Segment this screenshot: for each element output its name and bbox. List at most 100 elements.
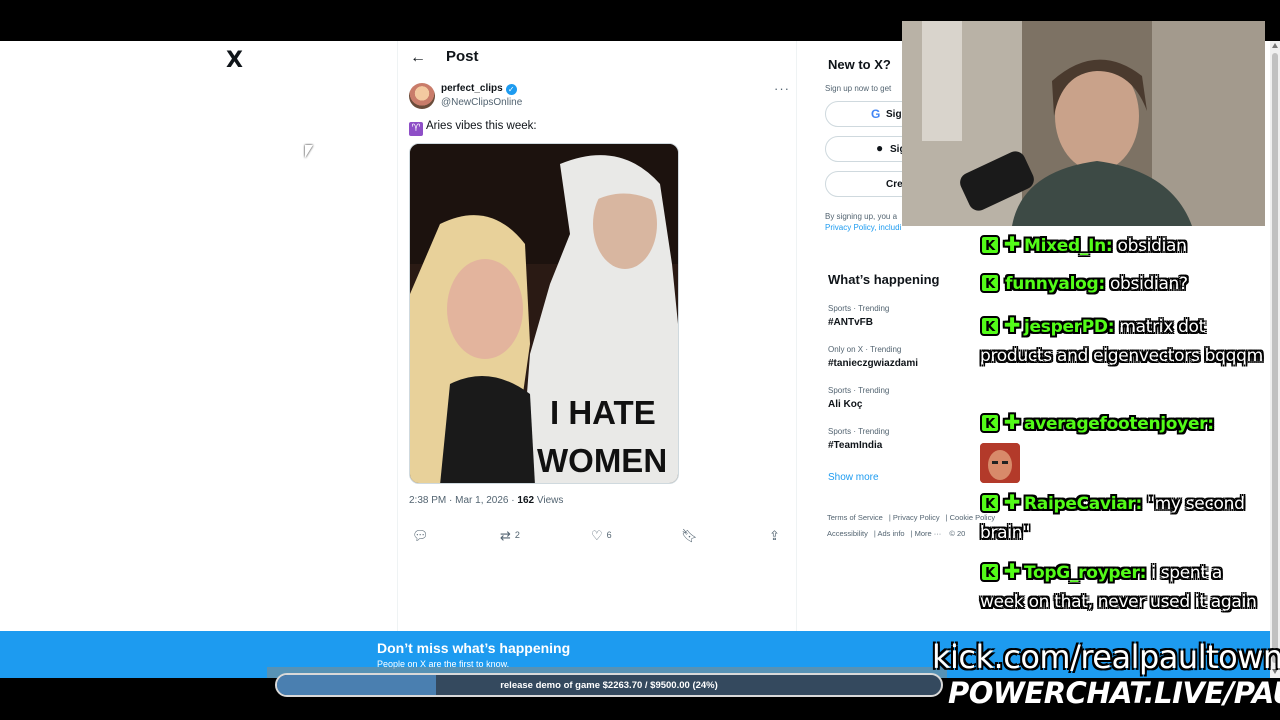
share-button[interactable]: ⇪ <box>769 528 780 544</box>
author-name-text[interactable]: perfect_clips <box>441 83 503 94</box>
chat-username: averagefootenjoyer: <box>1024 414 1214 434</box>
author-avatar[interactable] <box>409 83 435 109</box>
chat-text: obsidian <box>1117 236 1187 256</box>
more-options-icon[interactable]: ··· <box>774 81 790 96</box>
post-timestamp[interactable]: 2:38 PM · Mar 1, 2026 · <box>409 495 517 506</box>
chat-text: matrix dot products and eigenvectors bqq… <box>980 317 1263 366</box>
stream-frame: X ← Post perfect_clips ✓ @NewClipsOnline … <box>0 0 1280 720</box>
leo-emote-icon <box>980 443 1020 483</box>
retweet-icon: ⇄ <box>500 528 511 543</box>
bookmark-icon: 🔖︎ <box>681 528 698 543</box>
trend-item[interactable]: Sports · Trending Ali Koç <box>828 386 889 410</box>
kick-badge-icon: K <box>980 273 1000 293</box>
post-text: ♈ Aries vibes this week: <box>409 120 537 136</box>
trend-meta: Only on X · Trending <box>828 345 902 354</box>
trend-meta: Sports · Trending <box>828 427 890 436</box>
scroll-up-icon[interactable] <box>1272 43 1278 48</box>
sub-badge-icon: ✚ <box>1003 559 1021 583</box>
chat-overlay: K ✚ Mixed_In: obsidian K funnyalog: obsidi… <box>980 230 1270 650</box>
chat-username: funnyalog: <box>1005 274 1105 294</box>
chat-username: RaipeCaviar: <box>1024 494 1142 514</box>
chat-message: K ✚ RaipeCaviar: "my second brain" <box>980 488 1265 548</box>
chat-message: K funnyalog: obsidian? <box>980 270 1265 299</box>
copyright-text: © 20 <box>949 529 966 538</box>
signup-legal-links[interactable]: Privacy Policy, includi <box>825 223 901 232</box>
author-name[interactable]: perfect_clips ✓ <box>441 83 517 95</box>
google-signup-label: Sig <box>886 109 902 120</box>
banner-title: Don’t miss what’s happening <box>377 640 571 656</box>
trend-tag: #TeamIndia <box>828 440 883 451</box>
post-text-content: Aries vibes this week: <box>426 120 537 132</box>
signup-subtitle: Sign up now to get <box>825 84 892 93</box>
trend-item[interactable]: Sports · Trending #TeamIndia <box>828 427 889 451</box>
chat-username: Mixed_In: <box>1024 236 1113 256</box>
heart-icon: ♡ <box>591 528 603 543</box>
scrollbar-thumb[interactable] <box>1272 53 1278 663</box>
kick-badge-icon: K <box>980 235 1000 255</box>
shirt-text-line2: WOMEN <box>537 442 667 479</box>
webcam-feed <box>902 21 1265 226</box>
sub-badge-icon: ✚ <box>1003 313 1021 337</box>
webcam-overlay <box>902 21 1265 226</box>
views-count: 162 <box>517 495 535 506</box>
like-count: 6 <box>606 530 612 540</box>
reply-button[interactable]: 💬︎ <box>412 528 429 544</box>
chat-message: K ✚ averagefootenjoyer: <box>980 408 1265 493</box>
page-scrollbar[interactable] <box>1270 41 1280 678</box>
chat-message: K ✚ TopG_royper: i spent a week on that, n… <box>980 557 1265 617</box>
trend-tag: #tanieczgwiazdami <box>828 358 919 369</box>
apple-icon: ● <box>876 141 884 155</box>
trend-meta: Sports · Trending <box>828 304 890 313</box>
sub-badge-icon: ✚ <box>1003 232 1021 256</box>
google-icon: G <box>871 107 881 121</box>
more-link[interactable]: More ··· <box>915 529 942 538</box>
trending-title: What’s happening <box>828 272 940 287</box>
donation-goal-label: release demo of game $2263.70 / $9500.00… <box>500 680 718 691</box>
trend-tag: #ANTvFB <box>828 317 874 328</box>
back-arrow-icon[interactable]: ← <box>410 49 426 67</box>
chat-username: TopG_royper: <box>1024 563 1147 583</box>
share-icon: ⇪ <box>769 528 780 543</box>
views-label: Views <box>534 495 564 506</box>
post-column: ← Post perfect_clips ✓ @NewClipsOnline ··… <box>397 41 797 678</box>
trend-tag: Ali Koç <box>828 399 863 410</box>
trend-item[interactable]: Sports · Trending #ANTvFB <box>828 304 889 328</box>
sub-badge-icon: ✚ <box>1003 490 1021 514</box>
post-meta: 2:38 PM · Mar 1, 2026 · 162 Views <box>409 495 563 506</box>
kick-url-overlay: kick.com/realpaultown <box>932 638 1280 676</box>
sub-badge-icon: ✚ <box>1003 410 1021 434</box>
chat-message: K ✚ jesperPD: matrix dot products and eige… <box>980 311 1265 371</box>
privacy-link[interactable]: Privacy Policy <box>893 513 940 522</box>
mouse-cursor-icon <box>305 145 313 158</box>
ads-info-link[interactable]: Ads info <box>877 529 904 538</box>
kick-badge-icon: K <box>980 562 1000 582</box>
trend-item[interactable]: Only on X · Trending #tanieczgwiazdami <box>828 345 918 369</box>
accessibility-link[interactable]: Accessibility <box>827 529 868 538</box>
signup-title: New to X? <box>828 57 891 72</box>
terms-link[interactable]: Terms of Service <box>827 513 883 522</box>
aries-emoji-icon: ♈ <box>409 122 423 136</box>
bookmark-button[interactable]: 🔖︎ <box>681 528 698 544</box>
show-more-link[interactable]: Show more <box>828 472 879 483</box>
chat-text: obsidian? <box>1109 274 1188 294</box>
like-button[interactable]: ♡ 6 <box>591 528 612 544</box>
retweet-button[interactable]: ⇄ 2 <box>500 528 520 544</box>
chat-message: K ✚ Mixed_In: obsidian <box>980 230 1265 261</box>
kick-badge-icon: K <box>980 316 1000 336</box>
kick-badge-icon: K <box>980 493 1000 513</box>
reply-icon: 💬︎ <box>412 528 429 543</box>
chat-username: jesperPD: <box>1024 317 1115 337</box>
author-handle[interactable]: @NewClipsOnline <box>441 97 522 108</box>
shirt-text-line1: I HATE <box>550 394 656 431</box>
trend-meta: Sports · Trending <box>828 386 890 395</box>
retweet-count: 2 <box>514 530 520 540</box>
donation-goal-bar: release demo of game $2263.70 / $9500.00… <box>275 673 943 697</box>
x-logo-icon[interactable]: X <box>226 48 243 73</box>
kick-badge-icon: K <box>980 413 1000 433</box>
create-account-label: Cre <box>886 179 903 190</box>
post-image[interactable]: I HATE WOMEN <box>409 143 679 484</box>
powerchat-overlay: POWERCHAT.LIVE/PAULTOWN <box>948 676 1280 710</box>
verified-badge-icon: ✓ <box>505 84 517 95</box>
post-photo: I HATE WOMEN <box>410 144 678 483</box>
page-title: Post <box>446 48 479 65</box>
